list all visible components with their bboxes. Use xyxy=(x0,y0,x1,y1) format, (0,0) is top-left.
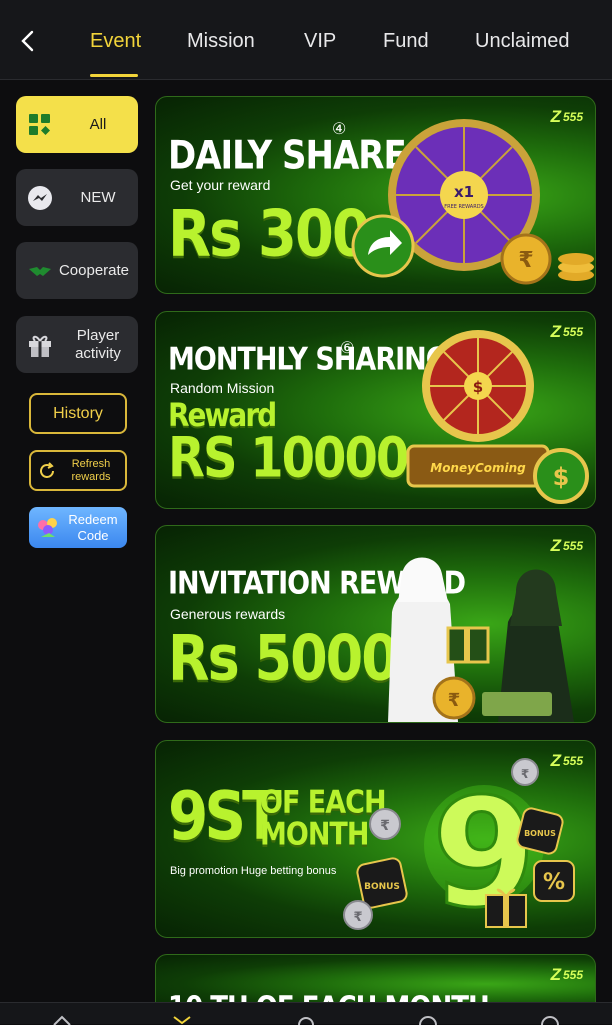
gift-box-icon xyxy=(485,888,527,928)
banner-title: DAILY SHARE xyxy=(168,133,407,179)
tab-fund[interactable]: Fund xyxy=(383,30,429,53)
banner-subtitle: Random Mission xyxy=(170,380,275,396)
svg-text:BONUS: BONUS xyxy=(364,882,400,892)
people-gift-illustration: ₹ xyxy=(388,557,574,722)
svg-text:₹: ₹ xyxy=(448,690,461,711)
bottom-nav-bar xyxy=(0,1002,612,1025)
active-tab-indicator xyxy=(90,74,138,77)
sidebar-item-label: All xyxy=(89,115,107,133)
tab-vip[interactable]: VIP xyxy=(304,30,336,53)
sidebar-item-all[interactable]: All xyxy=(16,96,138,153)
banner-monthly-sharing[interactable]: Z 555 MONTHLY SHARING ⑥ Random Mission Re… xyxy=(155,311,596,509)
history-button[interactable]: History xyxy=(29,393,127,434)
banner-subtitle: Generous rewards xyxy=(170,606,286,622)
sidebar-item-new[interactable]: NEW xyxy=(16,169,138,226)
banner-subtitle: Get your reward xyxy=(170,177,271,193)
dollar-chips-icon: $ xyxy=(533,448,589,504)
refresh-icon xyxy=(40,461,54,478)
refresh-rewards-label: Refresh rewards xyxy=(71,457,111,483)
brand-logo: Z 555 xyxy=(550,965,583,984)
banner-invitation-reward[interactable]: Z 555 INVITATION REWARD Generous rewards … xyxy=(155,525,596,723)
sidebar-item-label: Player activity xyxy=(75,326,121,362)
banner-9st-of-each-month[interactable]: Z 555 9ST OF EACH MONTH Big promotion Hug… xyxy=(155,740,596,938)
banner-amount: Rs 5000 xyxy=(168,622,399,695)
tab-mission[interactable]: Mission xyxy=(187,30,255,53)
svg-text:$: $ xyxy=(473,378,483,396)
banner-badge: ⑥ xyxy=(340,340,355,357)
banner-amount: RS 10000 xyxy=(168,426,409,491)
flower-bouquet-icon xyxy=(38,517,57,537)
banner-subtitle: Big promotion Huge betting bonus xyxy=(170,865,337,877)
wheel-center-label: x1 xyxy=(454,183,474,201)
redeem-code-label: Redeem Code xyxy=(68,511,118,543)
redeem-code-button[interactable]: Redeem Code xyxy=(29,507,127,548)
messenger-icon xyxy=(22,180,58,216)
svg-text:$: $ xyxy=(553,463,570,491)
percent-dice-icon: % xyxy=(533,860,575,902)
bonus-dice-icon: BONUS xyxy=(516,807,564,855)
back-button[interactable] xyxy=(14,28,40,54)
silver-coin-icon: ₹ xyxy=(369,808,401,840)
banner-title-line-2: MONTH xyxy=(260,817,369,853)
money-coming-sign: MoneyComing xyxy=(430,461,526,475)
gold-coins-icon: ₹ xyxy=(500,233,594,285)
banner-amount: Rs 300 xyxy=(168,197,371,272)
sidebar-item-cooperate[interactable]: Cooperate xyxy=(16,242,138,299)
banner-daily-share[interactable]: Z 555 DAILY SHARE ④ Get your reward Rs 30… xyxy=(155,96,596,294)
svg-text:₹: ₹ xyxy=(518,248,533,273)
refresh-rewards-button[interactable]: Refresh rewards xyxy=(29,450,127,491)
silver-coin-icon: ₹ xyxy=(511,758,539,786)
silver-coin-icon: ₹ xyxy=(343,900,373,930)
banner-badge: ④ xyxy=(332,121,347,138)
tab-event[interactable]: Event xyxy=(90,30,141,53)
svg-text:₹: ₹ xyxy=(380,818,390,834)
banner-title-line-1: OF EACH xyxy=(260,785,387,821)
gift-icon xyxy=(22,327,58,363)
top-nav-bar: Event Mission VIP Fund Unclaimed xyxy=(0,0,612,80)
grid-icon xyxy=(22,107,58,143)
svg-text:BONUS: BONUS xyxy=(524,829,556,838)
share-arrow-icon xyxy=(351,214,415,278)
tab-unclaimed[interactable]: Unclaimed xyxy=(475,30,569,53)
wheel-center-sublabel: FREE REWARDS xyxy=(444,204,483,210)
sidebar-item-player-activity[interactable]: Player activity xyxy=(16,316,138,373)
svg-text:%: % xyxy=(543,870,565,895)
svg-text:₹: ₹ xyxy=(521,767,529,781)
chevron-left-icon xyxy=(21,30,34,52)
sidebar-item-label: NEW xyxy=(80,188,116,206)
sidebar-item-label: Cooperate xyxy=(58,261,130,279)
svg-text:₹: ₹ xyxy=(353,910,362,925)
